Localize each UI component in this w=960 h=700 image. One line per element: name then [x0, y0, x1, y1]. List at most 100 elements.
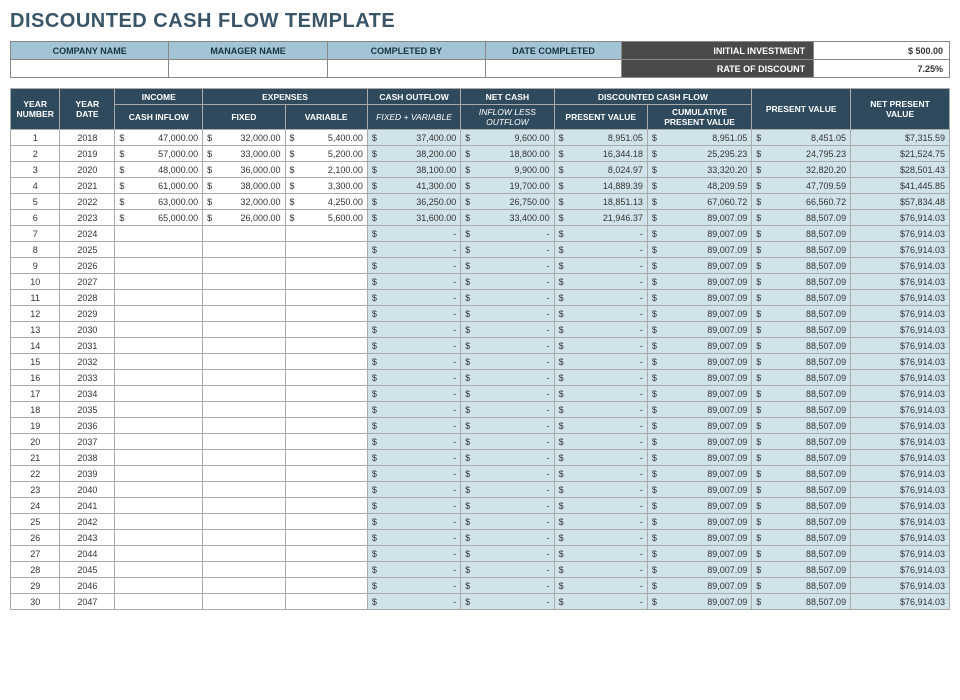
cell[interactable] — [115, 562, 203, 578]
cell[interactable] — [285, 434, 367, 450]
cell[interactable]: $32,000.00 — [203, 194, 285, 210]
cell[interactable] — [115, 258, 203, 274]
cell[interactable]: $47,000.00 — [115, 130, 203, 146]
cell[interactable]: $57,000.00 — [115, 146, 203, 162]
cell[interactable] — [203, 514, 285, 530]
cell[interactable]: $63,000.00 — [115, 194, 203, 210]
cell[interactable]: $61,000.00 — [115, 178, 203, 194]
cell[interactable] — [115, 354, 203, 370]
cell[interactable] — [285, 338, 367, 354]
cell[interactable] — [203, 402, 285, 418]
cell[interactable] — [285, 546, 367, 562]
cell[interactable] — [203, 242, 285, 258]
cell[interactable] — [285, 482, 367, 498]
cell[interactable] — [115, 546, 203, 562]
cell[interactable] — [203, 226, 285, 242]
cell[interactable] — [203, 306, 285, 322]
cell[interactable]: $3,300.00 — [285, 178, 367, 194]
cell[interactable] — [285, 498, 367, 514]
cell[interactable]: $5,200.00 — [285, 146, 367, 162]
cell[interactable]: $5,400.00 — [285, 130, 367, 146]
manager-input[interactable] — [169, 60, 327, 78]
cell[interactable] — [115, 578, 203, 594]
cell[interactable] — [285, 322, 367, 338]
cell: $- — [554, 274, 647, 290]
cell[interactable] — [285, 562, 367, 578]
cell[interactable] — [115, 402, 203, 418]
cell[interactable]: $26,000.00 — [203, 210, 285, 226]
cell[interactable] — [203, 562, 285, 578]
cell[interactable] — [285, 258, 367, 274]
cell[interactable]: $2,100.00 — [285, 162, 367, 178]
cell[interactable] — [203, 530, 285, 546]
cell[interactable] — [115, 450, 203, 466]
cell[interactable] — [203, 546, 285, 562]
cell[interactable] — [203, 338, 285, 354]
cell[interactable]: $4,250.00 — [285, 194, 367, 210]
cell[interactable] — [115, 514, 203, 530]
cell[interactable] — [115, 370, 203, 386]
cell[interactable] — [203, 450, 285, 466]
cell[interactable]: $65,000.00 — [115, 210, 203, 226]
cell[interactable] — [285, 354, 367, 370]
cell[interactable] — [115, 418, 203, 434]
cell[interactable]: $38,000.00 — [203, 178, 285, 194]
cell[interactable] — [203, 434, 285, 450]
cell[interactable] — [115, 242, 203, 258]
cell[interactable]: $36,000.00 — [203, 162, 285, 178]
cell[interactable] — [203, 258, 285, 274]
cell[interactable] — [203, 594, 285, 610]
cell[interactable] — [285, 418, 367, 434]
cell[interactable] — [203, 578, 285, 594]
cell[interactable] — [285, 466, 367, 482]
cell[interactable] — [203, 498, 285, 514]
cell[interactable] — [203, 290, 285, 306]
cell[interactable] — [203, 370, 285, 386]
cell[interactable] — [203, 466, 285, 482]
year-number-cell: 27 — [11, 546, 60, 562]
cell[interactable] — [115, 530, 203, 546]
cell[interactable] — [203, 274, 285, 290]
cell[interactable]: $5,600.00 — [285, 210, 367, 226]
cell[interactable]: $32,000.00 — [203, 130, 285, 146]
cell[interactable] — [285, 578, 367, 594]
cell[interactable] — [285, 386, 367, 402]
cell[interactable] — [285, 530, 367, 546]
cell[interactable] — [285, 594, 367, 610]
cell[interactable] — [115, 322, 203, 338]
cell[interactable] — [203, 482, 285, 498]
cell[interactable] — [285, 370, 367, 386]
cell[interactable]: $48,000.00 — [115, 162, 203, 178]
cell[interactable] — [285, 290, 367, 306]
cell[interactable] — [285, 242, 367, 258]
cell[interactable] — [285, 450, 367, 466]
year-number-cell: 24 — [11, 498, 60, 514]
cell[interactable] — [115, 498, 203, 514]
cell[interactable] — [115, 306, 203, 322]
initial-investment-value[interactable]: $ 500.00 — [814, 42, 950, 60]
initial-investment-label: INITIAL INVESTMENT — [621, 42, 813, 60]
cell[interactable] — [203, 386, 285, 402]
cell[interactable] — [115, 466, 203, 482]
cell[interactable] — [115, 290, 203, 306]
cell[interactable] — [115, 274, 203, 290]
cell[interactable] — [115, 594, 203, 610]
cell[interactable] — [115, 338, 203, 354]
completed-input[interactable] — [327, 60, 485, 78]
cell[interactable] — [115, 482, 203, 498]
rate-value[interactable]: 7.25% — [814, 60, 950, 78]
cell[interactable] — [203, 354, 285, 370]
company-input[interactable] — [11, 60, 169, 78]
cell[interactable] — [115, 434, 203, 450]
cell[interactable] — [285, 274, 367, 290]
cell[interactable]: $33,000.00 — [203, 146, 285, 162]
date-input[interactable] — [486, 60, 622, 78]
cell[interactable] — [115, 226, 203, 242]
cell[interactable] — [115, 386, 203, 402]
cell[interactable] — [203, 322, 285, 338]
cell[interactable] — [285, 402, 367, 418]
cell[interactable] — [285, 226, 367, 242]
cell[interactable] — [285, 514, 367, 530]
cell[interactable] — [285, 306, 367, 322]
cell[interactable] — [203, 418, 285, 434]
